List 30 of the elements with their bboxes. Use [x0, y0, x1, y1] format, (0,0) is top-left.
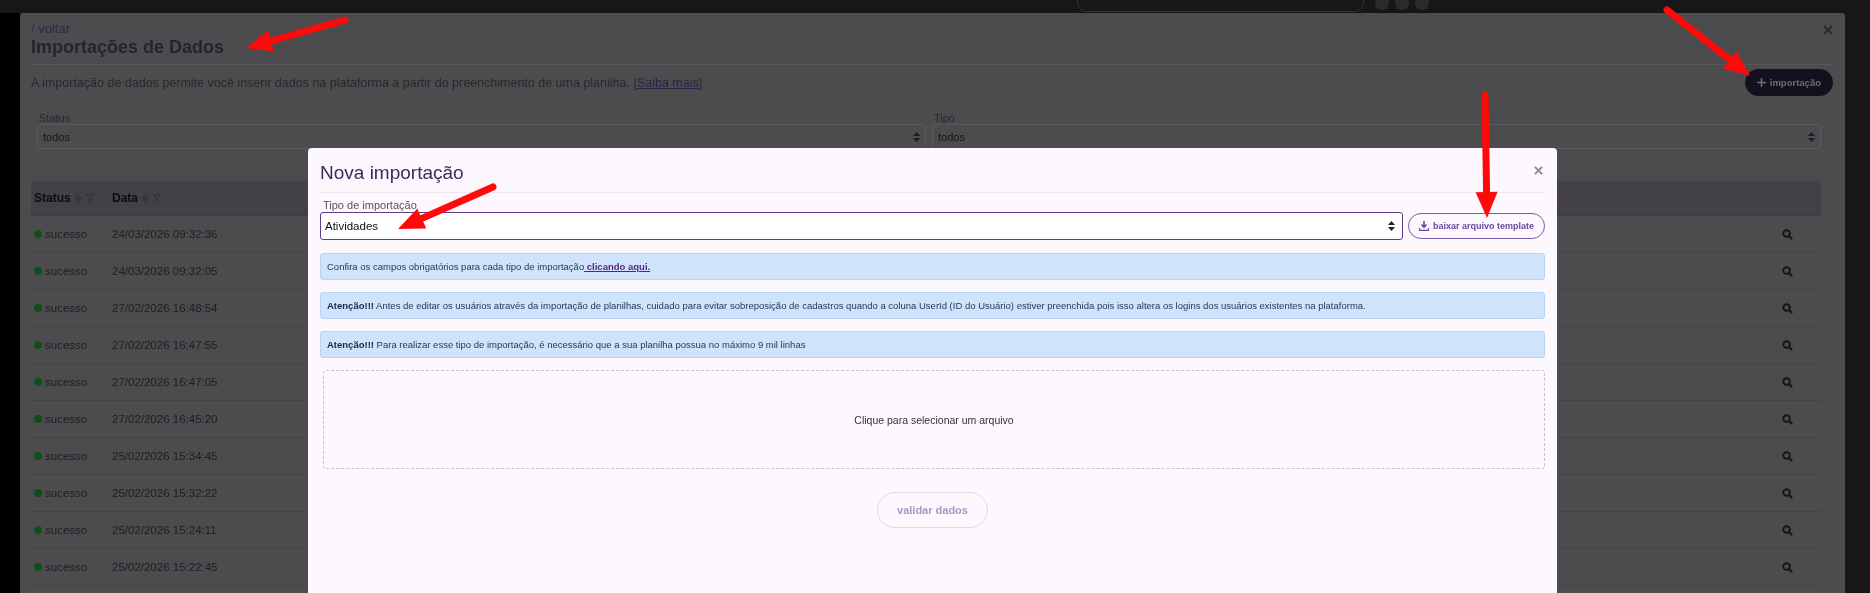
search-icon[interactable]	[1782, 339, 1793, 351]
file-dropzone[interactable]: Clique para selecionar um arquivo	[323, 370, 1545, 469]
search-icon[interactable]	[1782, 561, 1793, 573]
sort-caret-icon	[913, 131, 920, 142]
dropzone-text: Clique para selecionar um arquivo	[854, 413, 1014, 426]
field-label: Tipo de importação	[323, 199, 418, 211]
search-icon[interactable]	[1782, 524, 1793, 536]
warning-alert: Atenção!!! Para realizar esse tipo de importação, é necessário que a sua planilha possua no máximo 9 mil linhas	[320, 331, 1545, 358]
close-icon[interactable]	[1823, 25, 1833, 35]
info-alert: Confira os campos obrigatórios para cada tipo de importação clicando aqui.	[320, 253, 1545, 280]
sort-caret-icon	[1387, 221, 1395, 231]
sort-caret-icon	[1808, 131, 1815, 142]
download-icon	[1418, 221, 1429, 231]
click-here-link[interactable]: clicando aqui.	[584, 261, 651, 272]
import-type-select[interactable]: Atividades	[320, 212, 1403, 240]
search-icon[interactable]	[1782, 450, 1793, 462]
search-icon[interactable]	[1782, 265, 1793, 277]
close-icon[interactable]	[1534, 165, 1543, 175]
warning-alert: Atenção!!! Antes de editar os usuários através da importação de planilhas, cuidado para evitar sobreposição de cadastros quando a coluna UserId (ID do Usuário) estiver preenchida pois isso altera os logins dos usuários existentes na plataforma.	[320, 292, 1545, 319]
dialog-title: Nova importação	[320, 162, 464, 184]
search-icon[interactable]	[1782, 413, 1793, 425]
download-template-button[interactable]: baixar arquivo template	[1407, 213, 1545, 239]
search-icon[interactable]	[1782, 228, 1793, 240]
search-icon[interactable]	[1782, 302, 1793, 314]
search-icon[interactable]	[1782, 376, 1793, 388]
plus-icon	[1756, 78, 1766, 87]
search-icon[interactable]	[1782, 487, 1793, 499]
new-import-button[interactable]: importação	[1744, 69, 1833, 96]
column-header[interactable]: Status	[34, 191, 71, 205]
column-header[interactable]: Data	[112, 191, 138, 205]
